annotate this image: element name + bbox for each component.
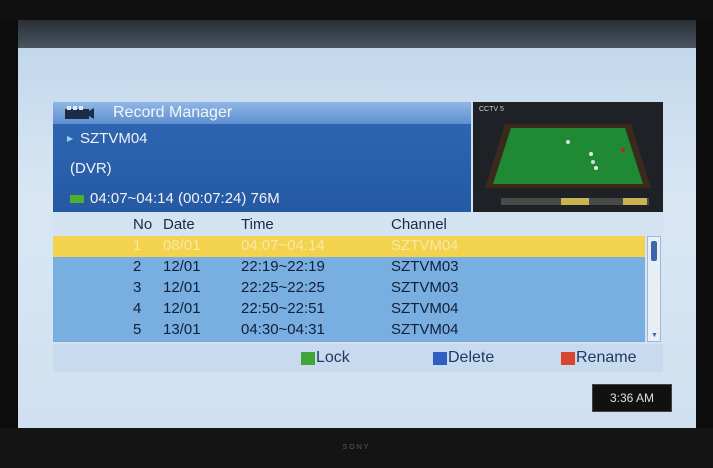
table-row[interactable]: 3 12/01 22:25~22:25 SZTVM03 bbox=[53, 278, 645, 300]
tv-brand-logo: SONY bbox=[342, 444, 371, 451]
recording-info-panel: Record Manager ▶ SZTVM04 (DVR) 04:07~04:… bbox=[53, 102, 471, 212]
row-no: 3 bbox=[133, 279, 142, 296]
table-row[interactable]: 5 13/01 04:30~04:31 SZTVM04 bbox=[53, 320, 645, 342]
scroll-down-arrow-icon[interactable]: ▼ bbox=[651, 332, 658, 339]
list-scrollbar[interactable]: ▼ bbox=[647, 236, 661, 342]
row-no: 2 bbox=[133, 258, 142, 275]
recording-status-icon bbox=[70, 195, 84, 203]
title-bar: Record Manager bbox=[53, 102, 471, 124]
film-camera-icon bbox=[65, 106, 94, 119]
page-title: Record Manager bbox=[113, 104, 233, 121]
row-date: 12/01 bbox=[163, 258, 201, 275]
play-arrow-icon: ▶ bbox=[67, 134, 74, 143]
row-date: 12/01 bbox=[163, 279, 201, 296]
scroll-thumb[interactable] bbox=[651, 241, 657, 261]
table-row[interactable]: 2 12/01 22:19~22:19 SZTVM03 bbox=[53, 257, 645, 279]
row-channel: SZTVM04 bbox=[391, 300, 459, 317]
delete-button-label: Delete bbox=[448, 349, 495, 366]
row-channel: SZTVM03 bbox=[391, 258, 459, 275]
row-no: 4 bbox=[133, 300, 142, 317]
column-channel: Channel bbox=[391, 216, 447, 233]
channel-logo: CCTV 5 bbox=[479, 106, 504, 113]
recording-list: 1 08/01 04:07~04:14 SZTVM04 2 12/01 22:1… bbox=[53, 236, 645, 342]
row-time: 22:19~22:19 bbox=[241, 258, 325, 275]
recording-source: (DVR) bbox=[70, 160, 112, 177]
row-channel: SZTVM04 bbox=[391, 237, 459, 254]
tv-screen: Record Manager ▶ SZTVM04 (DVR) 04:07~04:… bbox=[18, 20, 696, 428]
row-no: 5 bbox=[133, 321, 142, 338]
row-date: 08/01 bbox=[163, 237, 201, 254]
recording-channel: SZTVM04 bbox=[80, 130, 148, 147]
lock-button-label: Lock bbox=[316, 349, 350, 366]
column-no: No bbox=[133, 216, 153, 233]
row-time: 22:50~22:51 bbox=[241, 300, 325, 317]
recording-time-range: 04:07~04:14 (00:07:24) 76M bbox=[90, 190, 280, 207]
row-date: 13/01 bbox=[163, 321, 201, 338]
row-channel: SZTVM03 bbox=[391, 279, 459, 296]
green-key-icon bbox=[301, 352, 315, 365]
snooker-table-image: CCTV 5 bbox=[473, 102, 663, 212]
red-key-icon bbox=[561, 352, 575, 365]
row-time: 04:30~04:31 bbox=[241, 321, 325, 338]
record-manager-window: Record Manager ▶ SZTVM04 (DVR) 04:07~04:… bbox=[53, 102, 663, 392]
screen-top-band bbox=[18, 20, 696, 48]
clock-display: 3:36 AM bbox=[592, 384, 672, 412]
blue-key-icon bbox=[433, 352, 447, 365]
tv-bezel-top bbox=[0, 0, 713, 20]
row-no: 1 bbox=[133, 237, 142, 254]
rename-button-label: Rename bbox=[576, 349, 637, 366]
table-row[interactable]: 1 08/01 04:07~04:14 SZTVM04 bbox=[53, 236, 645, 258]
column-time: Time bbox=[241, 216, 274, 233]
row-time: 04:07~04:14 bbox=[241, 237, 325, 254]
column-date: Date bbox=[163, 216, 195, 233]
table-header: No Date Time Channel bbox=[53, 212, 663, 236]
table-row[interactable]: 4 12/01 22:50~22:51 SZTVM04 bbox=[53, 299, 645, 321]
row-date: 12/01 bbox=[163, 300, 201, 317]
video-preview: CCTV 5 bbox=[473, 102, 663, 212]
row-channel: SZTVM04 bbox=[391, 321, 459, 338]
action-bar: Lock Delete Rename bbox=[53, 344, 663, 372]
row-time: 22:25~22:25 bbox=[241, 279, 325, 296]
